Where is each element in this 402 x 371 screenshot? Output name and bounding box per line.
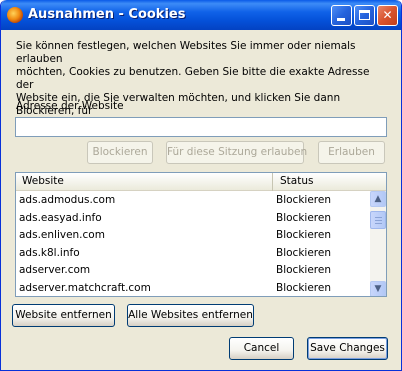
block-button[interactable]: Blockieren [87, 141, 153, 164]
window-title: Ausnahmen - Cookies [28, 7, 186, 22]
row-status: Blockieren [276, 229, 331, 241]
row-website: ads.enliven.com [19, 229, 105, 241]
table-row[interactable]: ads.k8l.info Blockieren [16, 245, 370, 263]
site-rows: ads.admodus.com Blockieren ads.easyad.in… [16, 192, 370, 297]
site-list[interactable]: Website Status ads.admodus.com Blockiere… [15, 172, 387, 297]
scrollbar-thumb[interactable] [370, 211, 386, 229]
chevron-up-icon: ▲ [374, 194, 382, 204]
row-status: Blockieren [276, 281, 331, 294]
maximize-button[interactable] [354, 5, 375, 26]
address-label: Adresse der Website [16, 100, 124, 112]
minimize-button[interactable] [331, 5, 352, 26]
row-status: Blockieren [276, 264, 331, 276]
scroll-up-button[interactable]: ▲ [370, 191, 386, 207]
cookie-exceptions-dialog: Ausnahmen - Cookies ✕ Sie können festleg… [0, 0, 402, 371]
row-website: ads.k8l.info [19, 246, 80, 259]
save-changes-button[interactable]: Save Changes [307, 337, 388, 360]
row-status: Blockieren [276, 194, 331, 206]
address-input[interactable] [15, 117, 387, 137]
row-website: ads.easyad.info [19, 211, 102, 224]
row-website: adserver.matchcraft.com [19, 281, 151, 294]
column-header-status[interactable]: Status [274, 173, 370, 191]
maximize-icon [359, 10, 370, 20]
remove-all-sites-button[interactable]: Alle Websites entfernen [127, 304, 254, 327]
row-status: Blockieren [276, 211, 331, 224]
close-icon: ✕ [382, 8, 393, 22]
table-row[interactable]: adserver.matchcraft.com Blockieren [16, 280, 370, 297]
table-row[interactable]: ads.admodus.com Blockieren [16, 192, 370, 210]
list-header: Website Status [16, 173, 386, 191]
grip-line [375, 223, 382, 224]
cancel-button[interactable]: Cancel [229, 337, 294, 360]
allow-session-button[interactable]: Für diese Sitzung erlauben [166, 141, 307, 164]
dialog-content: Sie können festlegen, welchen Websites S… [1, 30, 401, 370]
grip-line [375, 220, 382, 221]
title-bar[interactable]: Ausnahmen - Cookies ✕ [1, 0, 401, 30]
row-website: ads.admodus.com [19, 194, 116, 206]
allow-button[interactable]: Erlauben [318, 141, 385, 164]
scroll-down-button[interactable]: ▼ [370, 281, 386, 296]
minimize-icon [337, 18, 345, 21]
row-status: Blockieren [276, 246, 331, 259]
table-row[interactable]: ads.easyad.info Blockieren [16, 210, 370, 228]
vertical-scrollbar[interactable]: ▲ ▼ [370, 191, 386, 296]
grip-line [375, 217, 382, 218]
row-website: adserver.com [19, 264, 91, 276]
firefox-icon [7, 7, 23, 23]
chevron-down-icon: ▼ [374, 284, 382, 294]
remove-site-button[interactable]: Website entfernen [12, 304, 115, 327]
table-row[interactable]: ads.enliven.com Blockieren [16, 227, 370, 245]
close-button[interactable]: ✕ [377, 5, 398, 26]
column-header-website[interactable]: Website [16, 173, 273, 191]
table-row[interactable]: adserver.com Blockieren [16, 262, 370, 280]
